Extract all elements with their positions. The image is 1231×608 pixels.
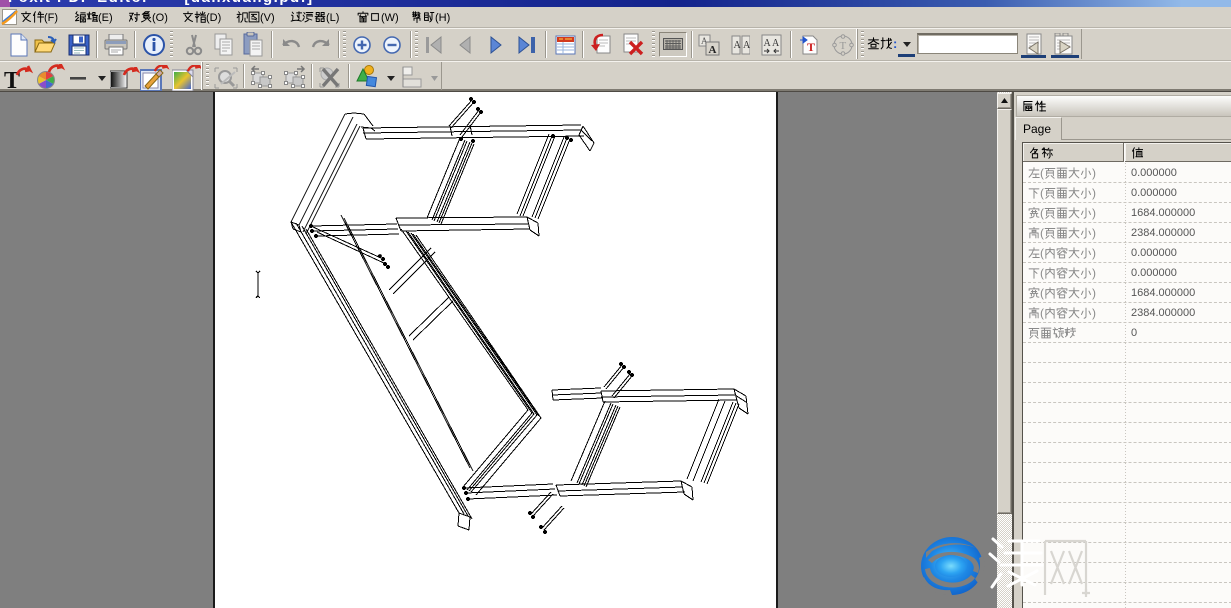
svg-text:T: T: [840, 40, 847, 52]
svg-text:A: A: [764, 38, 772, 49]
svg-text:T: T: [807, 40, 815, 54]
svg-text:A: A: [743, 40, 750, 51]
svg-text:A: A: [734, 40, 742, 51]
svg-text:A: A: [772, 38, 780, 49]
svg-text:A: A: [709, 44, 717, 56]
